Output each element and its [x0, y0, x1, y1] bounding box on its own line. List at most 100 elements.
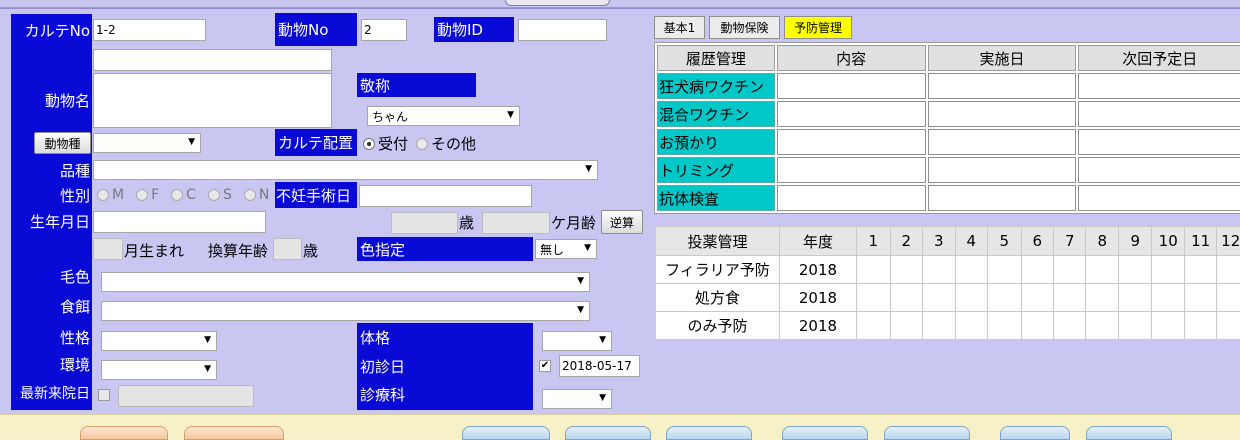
month-cell[interactable] [1021, 256, 1053, 284]
month-cell[interactable] [857, 284, 891, 312]
color-spec-select[interactable]: 無し▼ [535, 239, 597, 259]
converted-age-input[interactable] [273, 238, 302, 260]
bottom-button[interactable] [462, 426, 550, 440]
sex-radio-group[interactable]: M F C S N [97, 187, 269, 203]
birthdate-input[interactable] [93, 211, 266, 233]
month-cell[interactable] [890, 312, 922, 340]
bottom-button[interactable] [666, 426, 752, 440]
month-cell[interactable] [1054, 312, 1086, 340]
radio-sex-c[interactable] [171, 189, 183, 201]
month-cell[interactable] [1118, 256, 1152, 284]
first-visit-date-input[interactable] [559, 355, 640, 377]
radio-sex-s[interactable] [208, 189, 220, 201]
breed-select[interactable]: ▼ [93, 160, 598, 180]
month-cell[interactable] [1152, 256, 1184, 284]
month-cell[interactable] [1118, 284, 1152, 312]
karte-no-input[interactable] [93, 19, 206, 41]
birth-month-input[interactable] [93, 238, 123, 260]
month-cell[interactable] [1086, 256, 1118, 284]
history-content-cell[interactable] [777, 129, 926, 155]
history-next-cell[interactable] [1078, 101, 1240, 127]
month-cell[interactable] [890, 256, 922, 284]
month-cell[interactable] [988, 312, 1022, 340]
month-cell[interactable] [890, 284, 922, 312]
month-cell[interactable] [1021, 284, 1053, 312]
month-cell[interactable] [988, 256, 1022, 284]
history-next-cell[interactable] [1078, 129, 1240, 155]
age-months-input[interactable] [482, 212, 550, 234]
month-cell[interactable] [923, 284, 955, 312]
food-select[interactable]: ▼ [101, 301, 590, 321]
month-cell[interactable] [1217, 284, 1240, 312]
month-cell[interactable] [1184, 312, 1216, 340]
history-next-cell[interactable] [1078, 157, 1240, 183]
history-date-cell[interactable] [928, 185, 1077, 211]
bottom-button[interactable] [565, 426, 651, 440]
radio-sex-f[interactable] [136, 189, 148, 201]
month-cell[interactable] [1086, 284, 1118, 312]
animal-name-kana-input[interactable] [93, 49, 332, 71]
sterilization-date-input[interactable] [359, 185, 532, 207]
month-cell[interactable] [923, 312, 955, 340]
bottom-button[interactable] [1000, 426, 1070, 440]
month-cell[interactable] [1086, 312, 1118, 340]
karte-location-radio-group[interactable]: 受付 その他 [363, 133, 476, 154]
species-select[interactable]: ▼ [93, 133, 201, 153]
month-cell[interactable] [1118, 312, 1152, 340]
month-cell[interactable] [1217, 312, 1240, 340]
history-date-cell[interactable] [928, 73, 1077, 99]
month-cell[interactable] [988, 284, 1022, 312]
physique-select[interactable]: ▼ [542, 331, 612, 351]
history-content-cell[interactable] [777, 185, 926, 211]
bottom-button[interactable] [884, 426, 970, 440]
month-cell[interactable] [1054, 256, 1086, 284]
personality-select[interactable]: ▼ [101, 331, 217, 351]
history-content-cell[interactable] [777, 101, 926, 127]
month-cell[interactable] [1152, 284, 1184, 312]
latest-visit-date-input[interactable] [118, 385, 254, 407]
animal-no-input[interactable] [361, 19, 407, 41]
species-button[interactable]: 動物種 [34, 132, 91, 154]
month-cell[interactable] [1054, 284, 1086, 312]
first-visit-checkbox[interactable]: ✔ [539, 360, 551, 372]
month-cell[interactable] [1021, 312, 1053, 340]
radio-other[interactable] [416, 138, 428, 150]
reverse-calc-button[interactable]: 逆算 [601, 210, 643, 234]
latest-visit-checkbox[interactable] [98, 389, 110, 401]
history-date-cell[interactable] [928, 129, 1077, 155]
top-edge-button[interactable] [505, 0, 610, 6]
bottom-button[interactable] [80, 426, 168, 440]
radio-reception[interactable] [363, 138, 375, 150]
tab-basic1[interactable]: 基本1 [654, 16, 705, 39]
month-cell[interactable] [1184, 284, 1216, 312]
history-next-cell[interactable] [1078, 73, 1240, 99]
month-cell[interactable] [1217, 256, 1240, 284]
tab-animal-insurance[interactable]: 動物保険 [709, 16, 780, 39]
age-years-input[interactable] [391, 212, 458, 234]
bottom-button[interactable] [184, 426, 284, 440]
month-cell[interactable] [955, 256, 987, 284]
department-select[interactable]: ▼ [542, 389, 612, 409]
radio-sex-m[interactable] [97, 189, 109, 201]
month-cell[interactable] [857, 312, 891, 340]
environment-select[interactable]: ▼ [101, 360, 217, 380]
radio-sex-n[interactable] [244, 189, 256, 201]
history-date-cell[interactable] [928, 157, 1077, 183]
animal-id-input[interactable] [518, 19, 607, 41]
month-cell[interactable] [955, 312, 987, 340]
month-cell[interactable] [1184, 256, 1216, 284]
history-next-cell[interactable] [1078, 185, 1240, 211]
bottom-button[interactable] [782, 426, 868, 440]
honorific-select[interactable]: ちゃん▼ [367, 106, 520, 126]
month-cell[interactable] [955, 284, 987, 312]
animal-name-textarea[interactable] [93, 73, 332, 128]
month-cell[interactable] [857, 256, 891, 284]
bottom-button[interactable] [1086, 426, 1172, 440]
history-content-cell[interactable] [777, 157, 926, 183]
coat-select[interactable]: ▼ [101, 272, 590, 292]
history-date-cell[interactable] [928, 101, 1077, 127]
month-cell[interactable] [923, 256, 955, 284]
history-content-cell[interactable] [777, 73, 926, 99]
month-cell[interactable] [1152, 312, 1184, 340]
tab-prevention[interactable]: 予防管理 [784, 16, 852, 39]
